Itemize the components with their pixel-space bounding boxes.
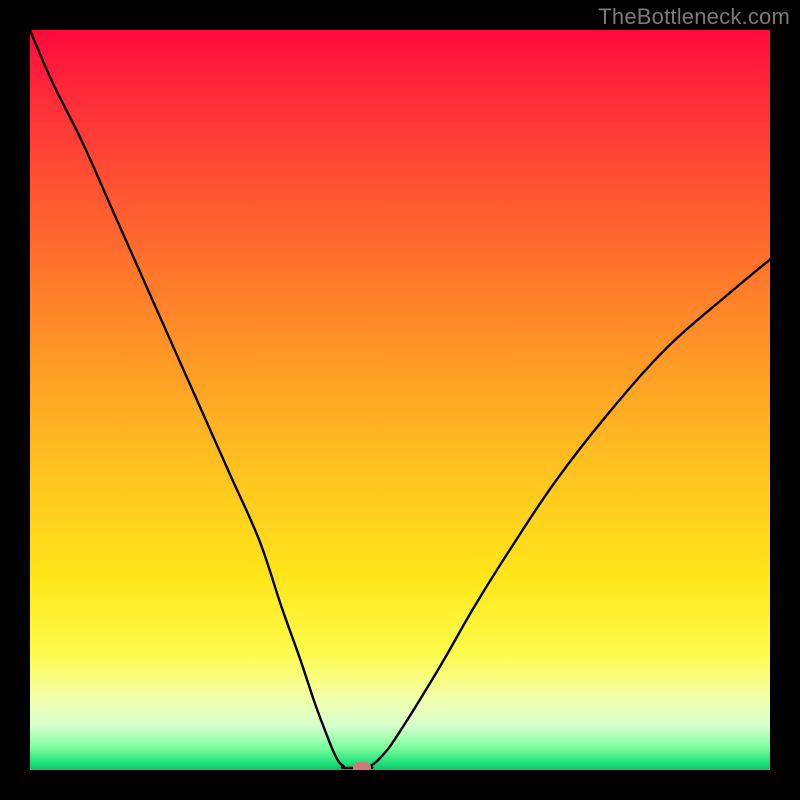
chart-frame: TheBottleneck.com <box>0 0 800 800</box>
watermark-text: TheBottleneck.com <box>598 4 790 30</box>
bottleneck-curve <box>30 30 770 770</box>
min-marker <box>353 762 371 770</box>
plot-area <box>30 30 770 770</box>
